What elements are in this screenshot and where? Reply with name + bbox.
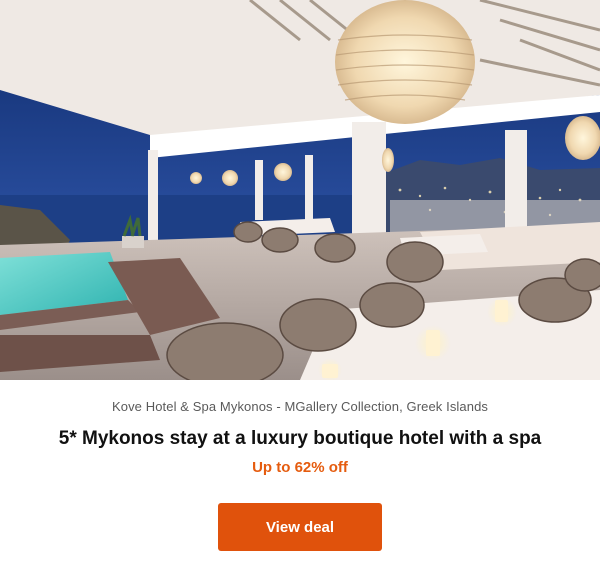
deal-title[interactable]: 5* Mykonos stay at a luxury boutique hot… xyxy=(0,428,600,450)
hotel-location: Kove Hotel & Spa Mykonos - MGallery Coll… xyxy=(111,399,489,414)
hotel-photo[interactable] xyxy=(0,0,600,380)
deal-details: Kove Hotel & Spa Mykonos - MGallery Coll… xyxy=(0,380,600,575)
view-deal-button[interactable]: View deal xyxy=(218,503,382,551)
deal-card[interactable]: Kove Hotel & Spa Mykonos - MGallery Coll… xyxy=(0,0,600,575)
discount-label: Up to 62% off xyxy=(252,459,348,476)
